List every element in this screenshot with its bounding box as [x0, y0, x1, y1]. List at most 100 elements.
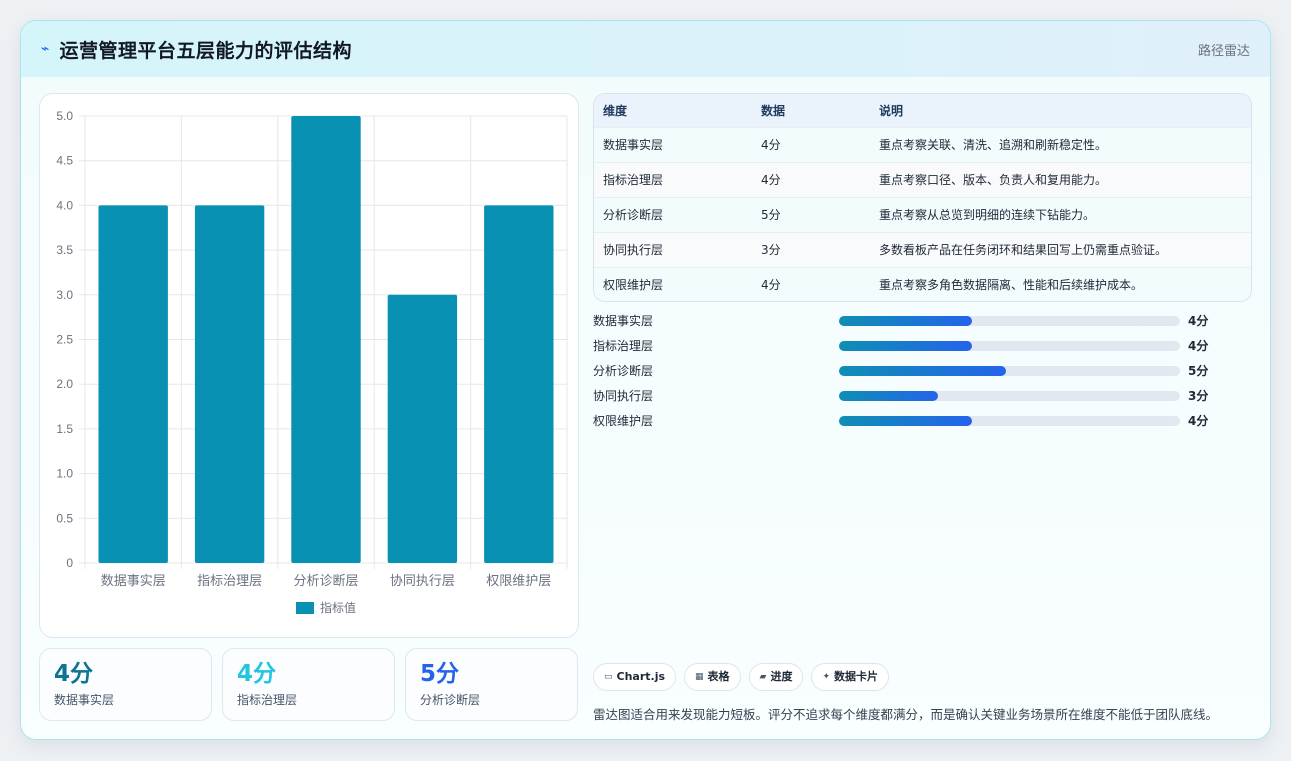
table-cell: 分析诊断层: [603, 208, 664, 222]
bar-chart: 0 0.5 1.0 1.5 2.0 2.5 3.0 3.5 4.0 4.5 5.0 数据事实层 指标治理…: [56, 109, 568, 615]
bar-chart-panel: 0 0.5 1.0 1.5 2.0 2.5 3.0 3.5 4.0 4.5 5.0 数据事实层 指标治理…: [39, 93, 579, 638]
progress-label: 数据事实层: [593, 314, 654, 328]
chip-table[interactable]: ▦ 表格: [684, 663, 741, 691]
table-cell: 权限维护层: [603, 278, 664, 293]
y-tick-label: 2.0: [56, 377, 73, 391]
progress-value: 4分: [1188, 414, 1209, 428]
y-tick-label: 4.5: [56, 154, 73, 168]
progress-icon: ▰: [759, 672, 767, 682]
progress-track: [839, 316, 1180, 326]
table-cell: 重点考察关联、清洗、追溯和刷新稳定性。: [879, 138, 1108, 152]
stat-card-fact: 4分 数据事实层: [39, 648, 212, 721]
window-icon: ▭: [604, 672, 613, 682]
progress-label: 权限维护层: [593, 414, 654, 428]
legend-swatch: [296, 602, 314, 614]
table-header-row: 维度 数据 说明: [594, 94, 1251, 127]
table-cell: 4分: [761, 278, 781, 293]
progress-row: 权限维护层 4分: [593, 413, 1233, 438]
dimension-table: 维度 数据 说明 数据事实层 4分 重点考察关联、清洗、追溯和刷新稳定性。 指标…: [594, 94, 1251, 301]
stat-value: 4分: [54, 661, 94, 687]
progress-list: 数据事实层 4分 指标治理层 4分 分析诊断层 5分 协同执行层 3分 权限维护…: [593, 313, 1233, 438]
y-tick-label: 1.5: [56, 422, 73, 436]
table-row: 分析诊断层 5分 重点考察从总览到明细的连续下钻能力。: [594, 197, 1251, 232]
card-header: ⌁ 运营管理平台五层能力的评估结构 路径雷达: [21, 21, 1270, 77]
y-tick-label: 0.5: [56, 511, 73, 525]
dimension-table-panel: 维度 数据 说明 数据事实层 4分 重点考察关联、清洗、追溯和刷新稳定性。 指标…: [593, 93, 1252, 302]
progress-fill: [839, 366, 1007, 376]
title-group: ⌁ 运营管理平台五层能力的评估结构: [41, 36, 352, 63]
stat-label: 指标治理层: [237, 693, 298, 707]
progress-fill: [839, 416, 972, 426]
bar: [387, 294, 458, 563]
progress-track: [839, 366, 1180, 376]
tech-chips: ▭ Chart.js ▦ 表格 ▰ 进度 ✦ 数据卡片: [593, 663, 890, 691]
y-tick-label: 4.0: [56, 198, 73, 212]
y-tick-label: 2.5: [56, 333, 73, 347]
table-cell: 协同执行层: [603, 243, 664, 257]
progress-label: 指标治理层: [593, 339, 654, 353]
column-header: 维度: [603, 103, 628, 118]
progress-fill: [839, 316, 972, 326]
table-cell: 重点考察口径、版本、负责人和复用能力。: [879, 173, 1108, 187]
stat-value: 5分: [420, 661, 460, 687]
chip-label: 进度: [770, 670, 793, 683]
footnote: 雷达图适合用来发现能力短板。评分不追求每个维度都满分，而是确认关键业务场景所在维…: [593, 707, 1219, 722]
x-tick-label: 权限维护层: [486, 573, 551, 589]
table-row: 数据事实层 4分 重点考察关联、清洗、追溯和刷新稳定性。: [594, 127, 1251, 162]
progress-value: 4分: [1188, 314, 1209, 328]
progress-row: 指标治理层 4分: [593, 338, 1233, 363]
table-row: 协同执行层 3分 多数看板产品在任务闭环和结果回写上仍需重点验证。: [594, 232, 1251, 267]
progress-track: [839, 416, 1180, 426]
page-title: 运营管理平台五层能力的评估结构: [59, 39, 352, 62]
progress-row: 分析诊断层 5分: [593, 363, 1233, 388]
progress-value: 4分: [1188, 339, 1209, 353]
stat-card-analysis: 5分 分析诊断层: [405, 648, 578, 721]
chip-label: Chart.js: [616, 670, 666, 683]
table-cell: 3分: [761, 243, 781, 257]
table-icon: ▦: [695, 672, 704, 682]
header-badge: 路径雷达: [1197, 43, 1250, 59]
x-tick-label: 协同执行层: [390, 574, 455, 589]
column-header: 说明: [879, 103, 904, 118]
stat-label: 数据事实层: [54, 693, 115, 707]
chip-data-card[interactable]: ✦ 数据卡片: [811, 663, 890, 691]
bar: [291, 116, 361, 563]
progress-row: 协同执行层 3分: [593, 388, 1233, 413]
x-tick-label: 分析诊断层: [293, 574, 358, 589]
stat-value: 4分: [237, 661, 277, 687]
table-cell: 5分: [761, 208, 781, 222]
progress-row: 数据事实层 4分: [593, 313, 1233, 338]
stat-card-metric: 4分 指标治理层: [222, 648, 395, 721]
y-tick-label: 1.0: [56, 467, 73, 481]
bar: [484, 205, 554, 563]
bar: [194, 205, 265, 563]
table-cell: 数据事实层: [603, 138, 664, 152]
progress-fill: [839, 391, 938, 401]
y-tick-label: 0: [66, 556, 73, 570]
progress-fill: [839, 341, 972, 351]
chip-label: 表格: [707, 670, 730, 683]
bar: [98, 205, 168, 563]
table-cell: 重点考察从总览到明细的连续下钻能力。: [879, 208, 1096, 222]
progress-track: [839, 341, 1180, 351]
y-tick-label: 3.0: [56, 288, 73, 302]
sparkle-icon: ✦: [822, 672, 831, 682]
progress-track: [839, 391, 1180, 401]
progress-label: 协同执行层: [593, 389, 654, 403]
assessment-card: ⌁ 运营管理平台五层能力的评估结构 路径雷达 0 0.5 1.0 1.5 2.0 2.5 3…: [20, 20, 1271, 740]
chip-label: 数据卡片: [834, 670, 879, 683]
table-cell: 指标治理层: [603, 173, 664, 187]
x-tick-label: 指标治理层: [197, 574, 262, 589]
table-cell: 重点考察多角色数据隔离、性能和后续维护成本。: [879, 278, 1144, 293]
bolt-icon: ⌁: [41, 41, 50, 57]
stat-label: 分析诊断层: [420, 693, 481, 707]
progress-label: 分析诊断层: [593, 364, 654, 378]
y-tick-label: 5.0: [56, 109, 73, 123]
y-tick-label: 3.5: [56, 243, 73, 257]
chip-progress[interactable]: ▰ 进度: [748, 663, 804, 691]
table-cell: 4分: [761, 138, 781, 152]
progress-value: 5分: [1188, 364, 1209, 378]
chip-chartjs[interactable]: ▭ Chart.js: [593, 663, 677, 691]
column-header: 数据: [761, 103, 786, 118]
table-row: 指标治理层 4分 重点考察口径、版本、负责人和复用能力。: [594, 162, 1251, 197]
